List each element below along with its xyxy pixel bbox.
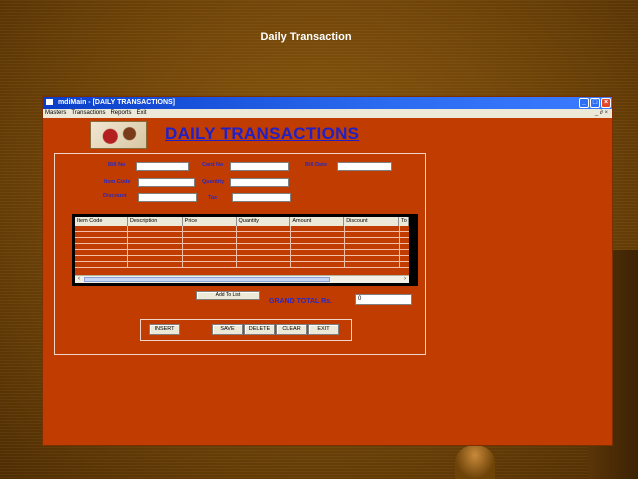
item-code-field[interactable] xyxy=(138,178,195,187)
discount-label: Discount xyxy=(103,193,127,199)
tax-field[interactable] xyxy=(232,193,291,202)
items-grid[interactable]: Item Code Description Price Quantity Amo… xyxy=(75,217,409,283)
grand-total-field[interactable]: 0 xyxy=(355,294,412,305)
grid-col-discount[interactable]: Discount xyxy=(344,217,400,226)
insert-button[interactable]: INSERT xyxy=(149,324,180,335)
window-controls: _ □ × xyxy=(579,98,611,108)
grid-rows xyxy=(75,226,409,268)
menu-reports[interactable]: Reports xyxy=(110,109,131,118)
delete-button[interactable]: DELETE xyxy=(244,324,275,335)
grid-col-price[interactable]: Price xyxy=(183,217,237,226)
background-lamp xyxy=(455,445,495,479)
items-grid-frame: Item Code Description Price Quantity Amo… xyxy=(72,214,418,286)
banner-image xyxy=(90,121,147,149)
window-titlebar[interactable]: mdiMain - [DAILY TRANSACTIONS] _ □ × xyxy=(43,97,612,109)
menu-transactions[interactable]: Transactions xyxy=(71,109,105,118)
grand-total-label: GRAND TOTAL Rs. xyxy=(269,298,333,305)
table-row[interactable] xyxy=(75,262,409,268)
minimize-button[interactable]: _ xyxy=(579,98,589,108)
scrollbar-thumb[interactable] xyxy=(84,277,330,282)
exit-button[interactable]: EXIT xyxy=(308,324,339,335)
menu-masters[interactable]: Masters xyxy=(45,109,66,118)
clear-button[interactable]: CLEAR xyxy=(276,324,307,335)
card-no-field[interactable] xyxy=(230,162,289,171)
discount-field[interactable] xyxy=(138,193,197,202)
grid-col-item-code[interactable]: Item Code xyxy=(75,217,128,226)
menu-exit[interactable]: Exit xyxy=(136,109,146,118)
tax-label: Tax xyxy=(208,195,218,201)
grid-col-description[interactable]: Description xyxy=(128,217,183,226)
quantity-field[interactable] xyxy=(230,178,289,187)
bill-no-field[interactable] xyxy=(136,162,189,171)
maximize-button[interactable]: □ xyxy=(590,98,600,108)
bill-no-label: Bill No xyxy=(108,162,126,168)
grid-col-amount[interactable]: Amount xyxy=(290,217,345,226)
scroll-left-icon[interactable]: ‹ xyxy=(75,276,83,283)
grid-header: Item Code Description Price Quantity Amo… xyxy=(75,217,409,226)
mdi-child-controls[interactable]: _ ∂ × xyxy=(595,109,608,118)
menubar: Masters Transactions Reports Exit _ ∂ × xyxy=(43,109,612,118)
grid-col-total[interactable]: To xyxy=(399,217,409,226)
form-title: DAILY TRANSACTIONS xyxy=(165,124,360,143)
transaction-panel: Bill No Card No Bill Date Item Code Quan… xyxy=(54,153,426,355)
card-no-label: Card No xyxy=(202,162,224,168)
app-icon xyxy=(46,99,53,105)
window-title: mdiMain - [DAILY TRANSACTIONS] xyxy=(57,99,176,106)
bill-date-label: Bill Date xyxy=(305,162,328,168)
app-window: mdiMain - [DAILY TRANSACTIONS] _ □ × Mas… xyxy=(42,96,613,446)
save-button[interactable]: SAVE xyxy=(212,324,243,335)
action-buttons-group: INSERT SAVE DELETE CLEAR EXIT xyxy=(140,319,352,341)
close-button[interactable]: × xyxy=(601,98,611,108)
scroll-right-icon[interactable]: › xyxy=(401,276,409,283)
grid-col-quantity[interactable]: Quantity xyxy=(237,217,291,226)
item-code-label: Item Code xyxy=(104,179,131,185)
bill-date-field[interactable] xyxy=(337,162,392,171)
slide-title: Daily Transaction xyxy=(260,31,352,43)
grid-horizontal-scrollbar[interactable]: ‹ › xyxy=(75,275,409,283)
quantity-label: Quantity xyxy=(202,179,225,185)
add-to-list-button[interactable]: Add To List xyxy=(196,291,260,300)
